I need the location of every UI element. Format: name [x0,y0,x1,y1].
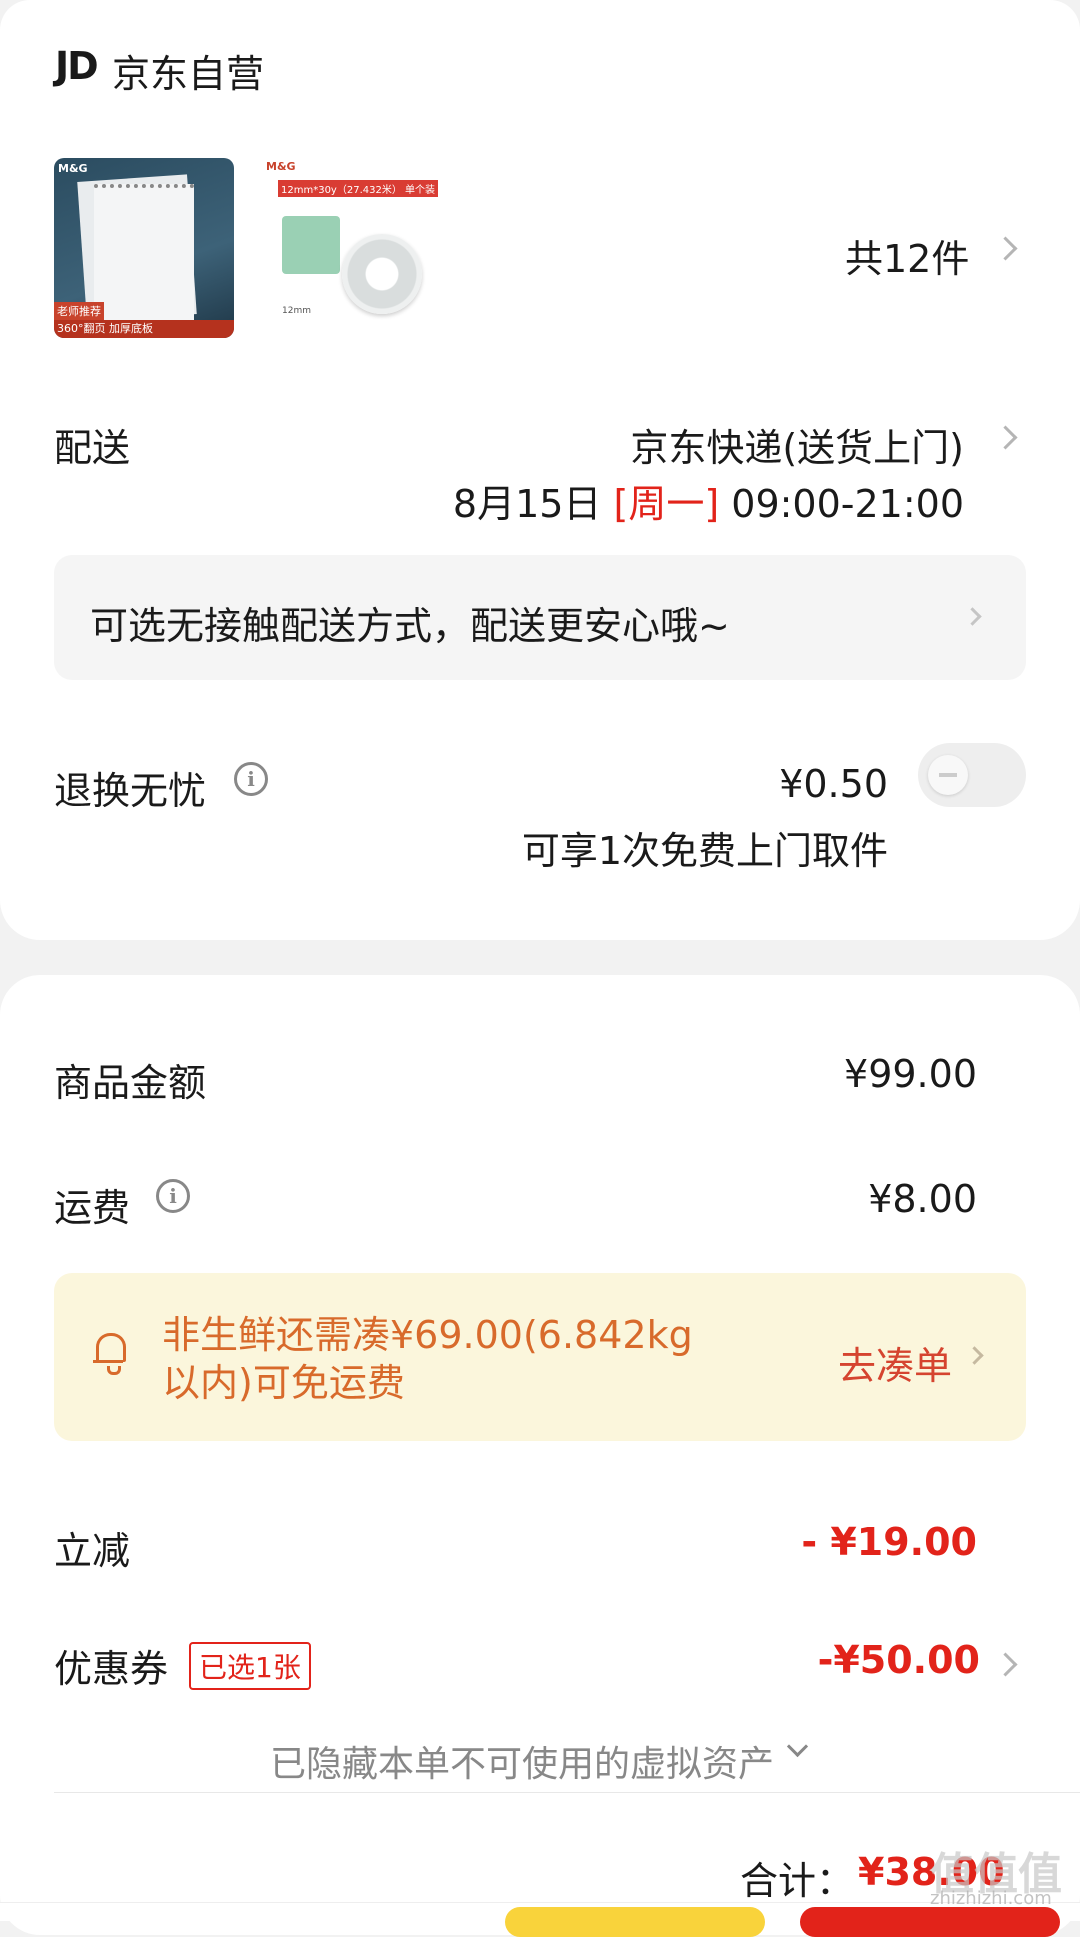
bell-icon [93,1333,126,1375]
info-icon[interactable]: i [156,1179,190,1213]
free-shipping-text: 非生鲜还需凑¥69.00(6.842kg以内)可免运费 [162,1313,693,1405]
tape-size: 12mm [282,306,311,316]
tape-pack: 单个装 [405,185,436,196]
order-items-card: JD 京东自营 M&G 老师推荐 360°翻页 加厚底板 M&G 12mm*30… [0,0,1080,940]
return-service-price: ¥0.50 [779,762,888,806]
chevron-right-icon [965,1346,984,1365]
chevron-right-icon [993,1652,1018,1677]
delivery-hours: 09:00-21:00 [731,482,964,526]
divider [54,1792,1080,1793]
minus-icon [939,773,957,777]
return-service-label: 退换无忧 [54,769,207,813]
chevron-right-icon [993,236,1018,261]
delivery-label: 配送 [54,426,131,470]
goods-amount-label: 商品金额 [54,1061,207,1105]
delivery-weekday: [周一] [613,482,720,526]
tape-roll-image [342,234,422,314]
goods-amount: ¥99.00 [844,1052,977,1096]
tape-spec-text: 12mm*30y（27.432米） [281,185,402,196]
delivery-time[interactable]: 8月15日 [周一] 09:00-21:00 [453,473,964,528]
secondary-pay-button[interactable] [505,1907,765,1937]
jd-logo: JD [55,44,99,88]
bell-icon-clapper [107,1366,121,1375]
free-shipping-tip[interactable]: 非生鲜还需凑¥69.00(6.842kg以内)可免运费 去凑单 [54,1273,1026,1441]
return-service-toggle[interactable] [918,743,1026,807]
chevron-right-icon [963,607,982,626]
badge-top: 老师推荐 [54,302,104,320]
contactless-delivery-option[interactable]: 可选无接触配送方式，配送更安心哦~ [54,555,1026,680]
chevron-down-icon [786,1735,809,1758]
price-summary-card: 商品金额 ¥99.00 运费 i ¥8.00 非生鲜还需凑¥69.00(6.84… [0,975,1080,1935]
brand-logo: M&G [58,162,88,175]
hidden-assets-toggle[interactable]: 已隐藏本单不可使用的虚拟资产 [270,1735,809,1787]
item-count: 共12件 [845,237,970,281]
contactless-text: 可选无接触配送方式，配送更安心哦~ [90,604,730,648]
delivery-date: 8月15日 [452,482,602,526]
discount-amount: - ¥19.00 [801,1520,977,1564]
brand-logo: M&G [266,160,296,173]
add-items-link[interactable]: 去凑单 [838,1335,952,1390]
product-thumb-sketchbook[interactable]: M&G 老师推荐 360°翻页 加厚底板 [54,158,234,338]
bell-icon-base [93,1360,123,1363]
tape-package-image [282,216,340,274]
coupon-selected-badge: 已选1张 [189,1642,311,1690]
tape-spec: 12mm*30y（27.432米） 单个装 [278,180,439,197]
product-thumb-tape[interactable]: M&G 12mm*30y（27.432米） 单个装 12mm [264,158,444,338]
shipping-amount: ¥8.00 [868,1177,977,1221]
total-label: 合计： [740,1859,855,1903]
return-service-desc: 可享1次免费上门取件 [521,829,888,873]
hidden-assets-text: 已隐藏本单不可使用的虚拟资产 [270,1744,775,1785]
info-icon[interactable]: i [234,762,268,796]
watermark-text: zhizhizhi.com [930,1888,1052,1909]
coupon-label: 优惠券 [54,1647,169,1691]
badge-bottom: 360°翻页 加厚底板 [54,320,234,338]
chevron-right-icon [993,425,1018,450]
toggle-knob [928,755,968,795]
discount-label: 立减 [54,1529,131,1573]
shipping-label: 运费 [54,1186,131,1230]
coupon-amount[interactable]: -¥50.00 [818,1638,980,1682]
bottom-action-bar [0,1902,1080,1937]
sketchbook-cover [94,184,194,323]
shop-name: 京东自营 [112,52,265,96]
submit-order-button[interactable] [800,1907,1060,1937]
delivery-method[interactable]: 京东快递(送货上门) [630,417,964,472]
